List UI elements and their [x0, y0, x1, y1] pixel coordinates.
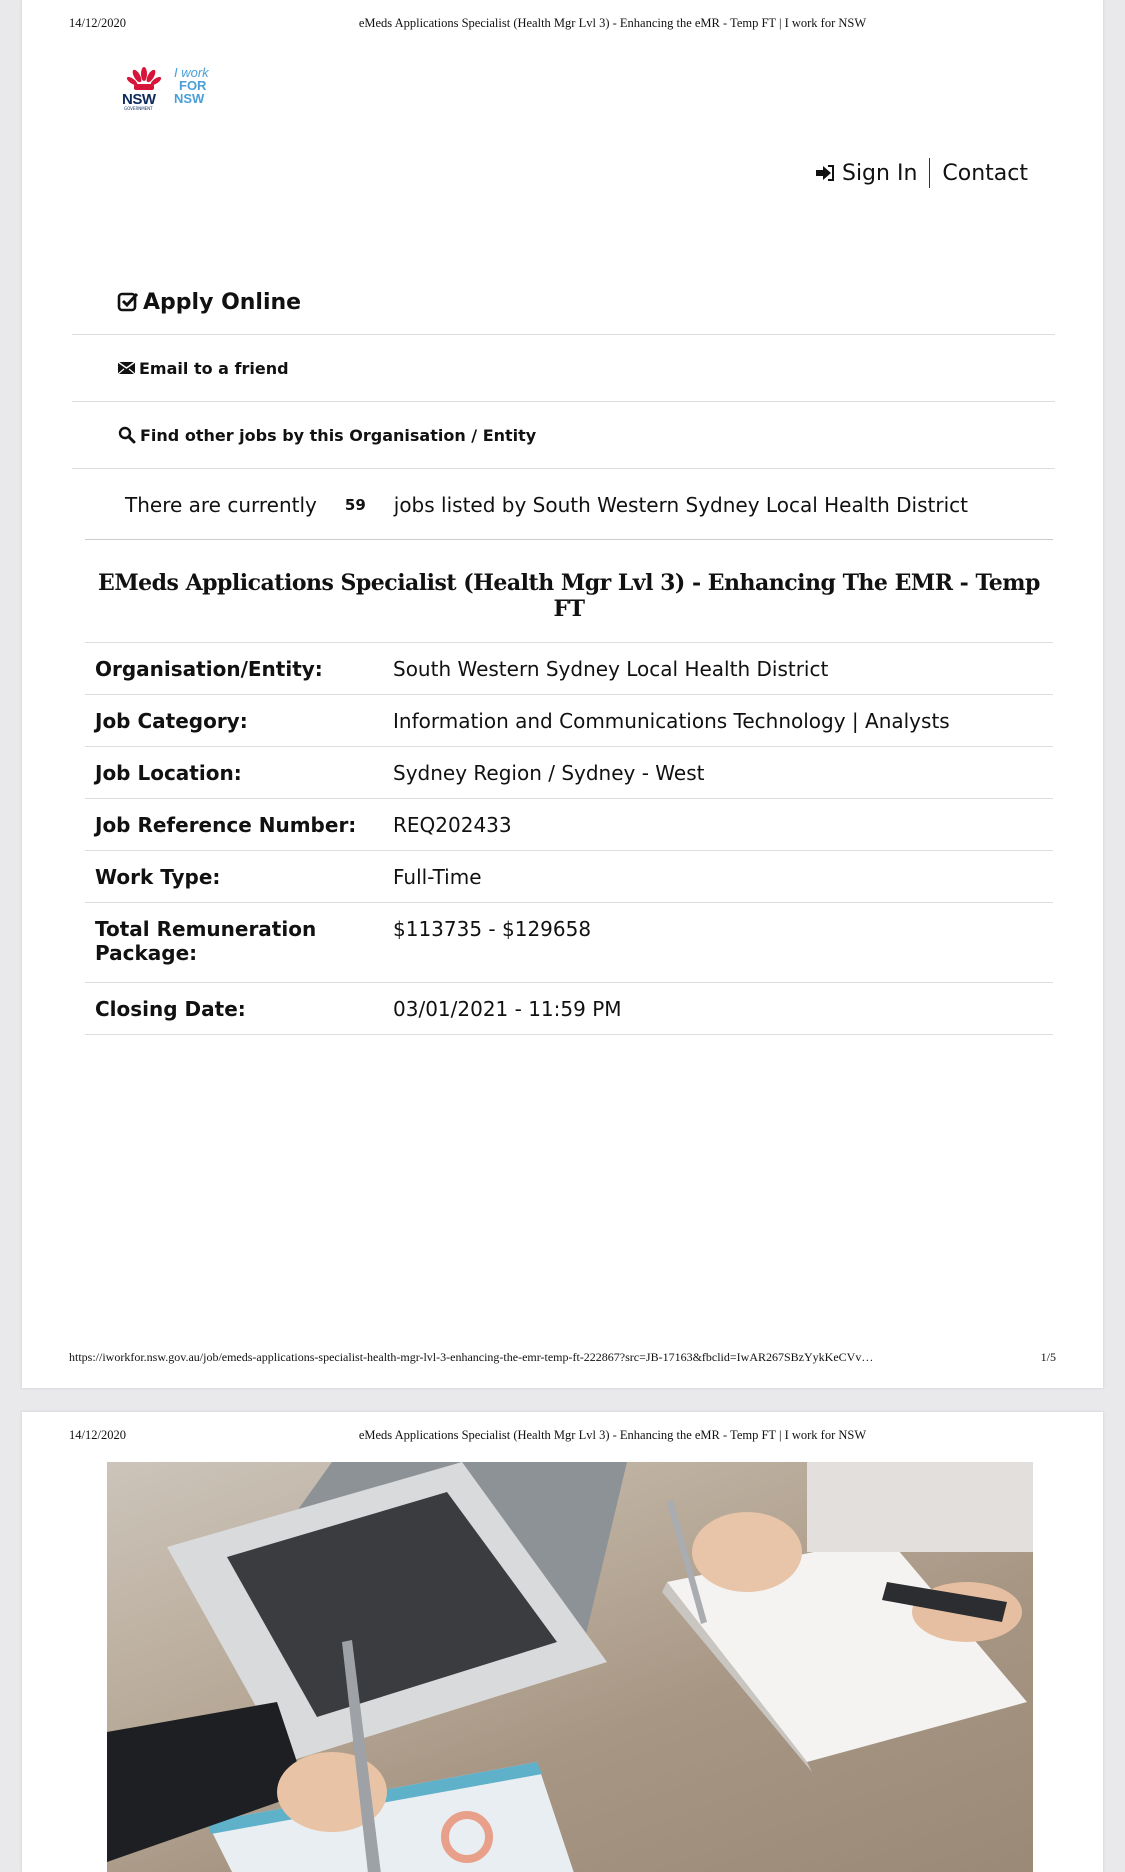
logo-iwork-text: I work FOR NSW — [174, 66, 209, 105]
waratah-icon — [126, 67, 162, 90]
detail-value: Sydney Region / Sydney - West — [375, 746, 1053, 799]
print-page-1: 14/12/2020 eMeds Applications Specialist… — [22, 0, 1103, 1388]
detail-row: Closing Date: 03/01/2021 - 11:59 PM — [85, 982, 1053, 1035]
check-square-icon — [117, 292, 139, 312]
email-friend-label: Email to a friend — [139, 358, 289, 378]
detail-row: Organisation/Entity: South Western Sydne… — [85, 642, 1053, 695]
job-photo — [107, 1462, 1033, 1872]
office-desk-illustration — [107, 1462, 1033, 1872]
detail-value: $113735 - $129658 — [375, 902, 1053, 983]
print-title: eMeds Applications Specialist (Health Mg… — [358, 16, 867, 30]
detail-label: Work Type: — [85, 850, 375, 903]
print-url: https://iworkfor.nsw.gov.au/job/emeds-ap… — [69, 1350, 874, 1364]
detail-label: Total Remuneration Package: — [85, 902, 375, 983]
sign-in-label: Sign In — [841, 160, 918, 186]
detail-value: REQ202433 — [375, 798, 1053, 851]
jobs-count: There are currently 59 jobs listed by So… — [85, 470, 1053, 540]
detail-label: Closing Date: — [85, 982, 375, 1035]
print-title: eMeds Applications Specialist (Health Mg… — [358, 1428, 867, 1442]
top-nav: Sign In Contact — [815, 158, 1028, 188]
find-jobs-button[interactable]: Find other jobs by this Organisation / E… — [72, 402, 1055, 469]
job-title: EMeds Applications Specialist (Health Mg… — [98, 570, 1040, 622]
detail-row: Job Category: Information and Communicat… — [85, 694, 1053, 747]
find-jobs-label: Find other jobs by this Organisation / E… — [140, 425, 537, 445]
logo-nsw-line: NSW — [174, 91, 205, 106]
sign-in-link[interactable]: Sign In — [815, 160, 918, 186]
contact-link[interactable]: Contact — [942, 161, 1028, 186]
detail-value: Information and Communications Technolog… — [375, 694, 1053, 747]
apply-online-label: Apply Online — [143, 289, 302, 315]
jobs-count-prefix: There are currently — [125, 492, 317, 517]
print-page-2: 14/12/2020 eMeds Applications Specialist… — [22, 1412, 1103, 1872]
print-page-number: 1/5 — [1040, 1350, 1056, 1364]
detail-value: Full-Time — [375, 850, 1053, 903]
detail-label: Organisation/Entity: — [85, 642, 375, 695]
sign-in-icon — [815, 165, 834, 181]
job-actions: Apply Online Email to a friend Find othe… — [72, 270, 1055, 469]
detail-value: South Western Sydney Local Health Distri… — [375, 642, 1053, 695]
detail-label: Job Category: — [85, 694, 375, 747]
email-friend-button[interactable]: Email to a friend — [72, 335, 1055, 402]
detail-row: Work Type: Full-Time — [85, 850, 1053, 903]
apply-online-button[interactable]: Apply Online — [72, 270, 1055, 335]
job-details-table: Organisation/Entity: South Western Sydne… — [85, 642, 1053, 1035]
detail-label: Job Reference Number: — [85, 798, 375, 851]
envelope-icon — [118, 361, 135, 375]
search-icon — [118, 426, 136, 444]
detail-row: Total Remuneration Package: $113735 - $1… — [85, 902, 1053, 983]
iworkfornsw-logo[interactable]: NSW GOVERNMENT I work FOR NSW — [122, 66, 242, 112]
detail-row: Job Reference Number: REQ202433 — [85, 798, 1053, 851]
nav-divider — [929, 158, 931, 188]
detail-value: 03/01/2021 - 11:59 PM — [375, 982, 1053, 1035]
detail-row: Job Location: Sydney Region / Sydney - W… — [85, 746, 1053, 799]
logo-government-text: GOVERNMENT — [124, 106, 153, 111]
jobs-count-suffix: jobs listed by South Western Sydney Loca… — [393, 492, 968, 517]
detail-label: Job Location: — [85, 746, 375, 799]
jobs-count-number: 59 — [344, 495, 366, 514]
